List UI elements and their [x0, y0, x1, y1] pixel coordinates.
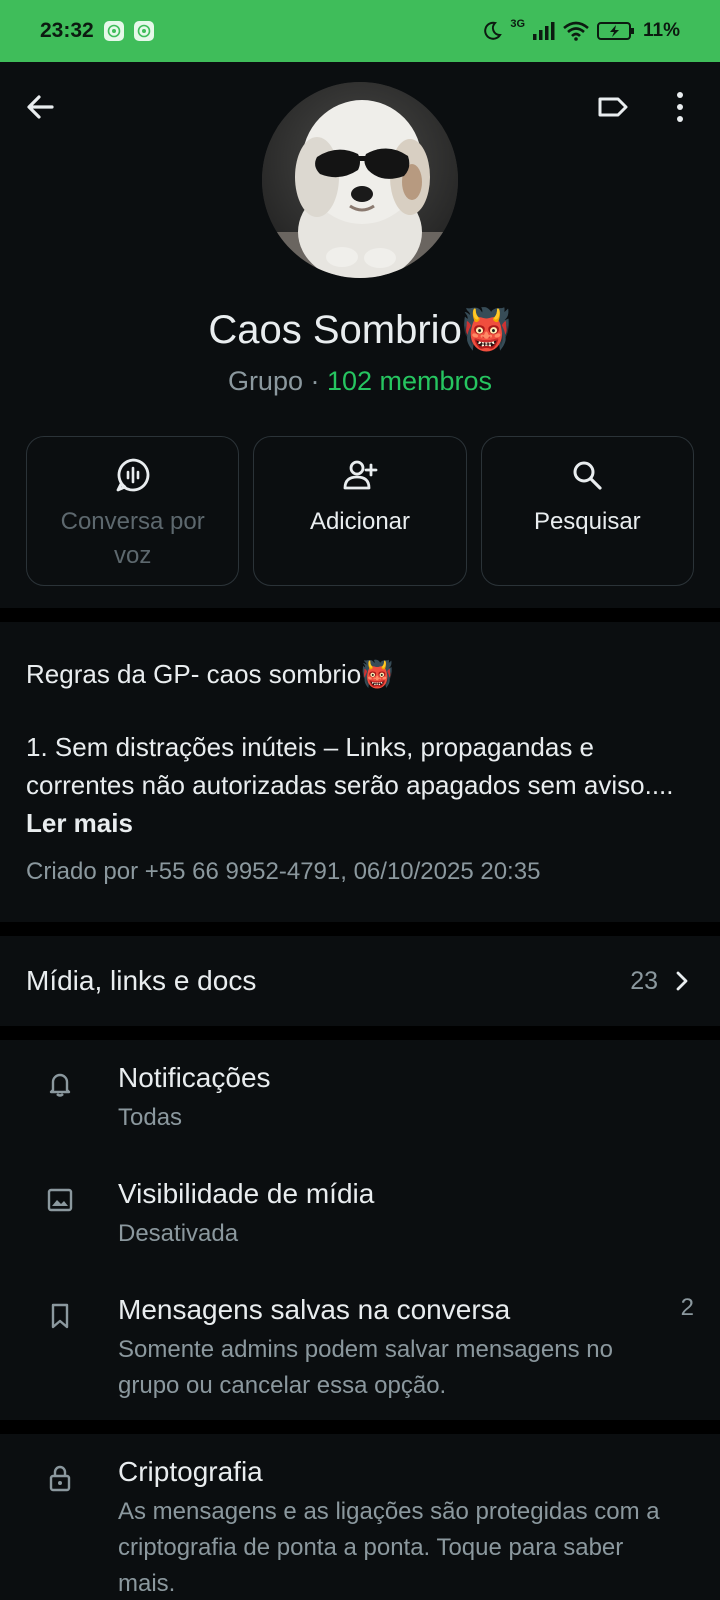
group-subtitle: Grupo · 102 membros — [0, 366, 720, 397]
network-type: 3G — [510, 18, 526, 30]
chevron-right-icon — [676, 971, 688, 991]
group-type: Grupo — [227, 366, 303, 396]
whatsapp-notification-icon — [133, 21, 154, 41]
signal-icon — [533, 22, 555, 40]
more-options-button[interactable] — [670, 90, 690, 124]
search-icon — [573, 461, 602, 490]
battery-charging-icon — [597, 22, 635, 40]
whatsapp-notification-icon — [103, 21, 124, 41]
back-button[interactable] — [24, 90, 58, 124]
more-vertical-icon — [677, 92, 683, 122]
do-not-disturb-moon-icon — [484, 21, 503, 40]
dog-with-sunglasses-photo — [262, 82, 458, 278]
group-settings-list: Notificações Todas Visibilidade de mídia… — [0, 1040, 720, 1420]
search-button[interactable]: Pesquisar — [480, 436, 694, 586]
media-visibility-setting[interactable]: Visibilidade de mídia Desativada — [0, 1156, 720, 1268]
media-count: 23 — [630, 966, 658, 995]
media-count-wrapper: 23 — [630, 967, 690, 996]
description-text: 1. Sem distrações inúteis – Links, propa… — [26, 732, 674, 838]
read-more-link[interactable]: Ler mais — [26, 808, 133, 838]
group-profile-header: Caos Sombrio👹 Grupo · 102 membros Conver… — [0, 62, 720, 608]
wifi-icon — [563, 21, 589, 41]
image-icon — [47, 1188, 73, 1212]
action-buttons-row: Conversa por voz Adicionar Pesquisar — [26, 436, 694, 586]
media-links-docs-row[interactable]: Mídia, links e docs 23 — [0, 936, 720, 1026]
label-tag-icon — [598, 97, 628, 117]
status-bar-left: 23:32 — [40, 19, 154, 43]
status-time: 23:32 — [40, 19, 94, 42]
section-divider — [0, 608, 720, 622]
status-bar: 23:32 3G 11% — [0, 0, 720, 62]
notifications-value: Todas — [118, 1104, 183, 1131]
label-button[interactable] — [596, 90, 630, 124]
notifications-title: Notificações — [118, 1062, 271, 1093]
add-participant-label: Adicionar — [309, 508, 411, 535]
add-participant-button[interactable]: Adicionar — [253, 436, 467, 586]
voice-chat-icon — [116, 458, 150, 492]
arrow-left-icon — [27, 95, 54, 119]
group-description[interactable]: Regras da GP- caos sombrio👹 1. Sem distr… — [0, 622, 720, 922]
media-visibility-title: Visibilidade de mídia — [118, 1178, 375, 1209]
saved-messages-title: Mensagens salvas na conversa — [118, 1294, 511, 1325]
voice-chat-button[interactable]: Conversa por voz — [26, 436, 240, 586]
bell-icon — [49, 1073, 71, 1097]
saved-messages-setting[interactable]: Mensagens salvas na conversa Somente adm… — [0, 1272, 720, 1418]
group-members-count[interactable]: 102 membros — [327, 366, 492, 396]
saved-messages-count: 2 — [680, 1294, 694, 1321]
media-visibility-value: Desativada — [118, 1220, 239, 1247]
section-divider — [0, 1026, 720, 1040]
description-created-by: Criado por +55 66 9952-4791, 06/10/2025 … — [26, 858, 541, 885]
saved-messages-description: Somente admins podem salvar mensagens no… — [118, 1336, 613, 1399]
add-person-icon — [343, 460, 378, 490]
encryption-row: Criptografia As mensagens e as ligações … — [0, 1434, 720, 1600]
subtitle-separator: · — [302, 366, 327, 396]
encryption-description: As mensagens e as ligações são protegida… — [118, 1498, 660, 1597]
media-links-docs-label: Mídia, links e docs — [26, 965, 257, 996]
battery-level: 11% — [643, 20, 680, 41]
status-bar-right: 3G 11% — [482, 18, 680, 42]
section-divider — [0, 922, 720, 936]
encryption-title: Criptografia — [118, 1456, 263, 1487]
notifications-setting[interactable]: Notificações Todas — [0, 1040, 720, 1152]
group-avatar[interactable] — [262, 82, 458, 278]
encryption-setting[interactable]: Criptografia As mensagens e as ligações … — [0, 1434, 720, 1600]
section-divider — [0, 1420, 720, 1434]
group-name: Caos Sombrio👹 — [208, 308, 512, 352]
voice-chat-label: Conversa por voz — [60, 508, 205, 569]
search-label: Pesquisar — [533, 508, 641, 535]
lock-icon — [49, 1465, 71, 1492]
description-title: Regras da GP- caos sombrio👹 — [26, 659, 394, 689]
bookmark-icon — [51, 1303, 69, 1329]
